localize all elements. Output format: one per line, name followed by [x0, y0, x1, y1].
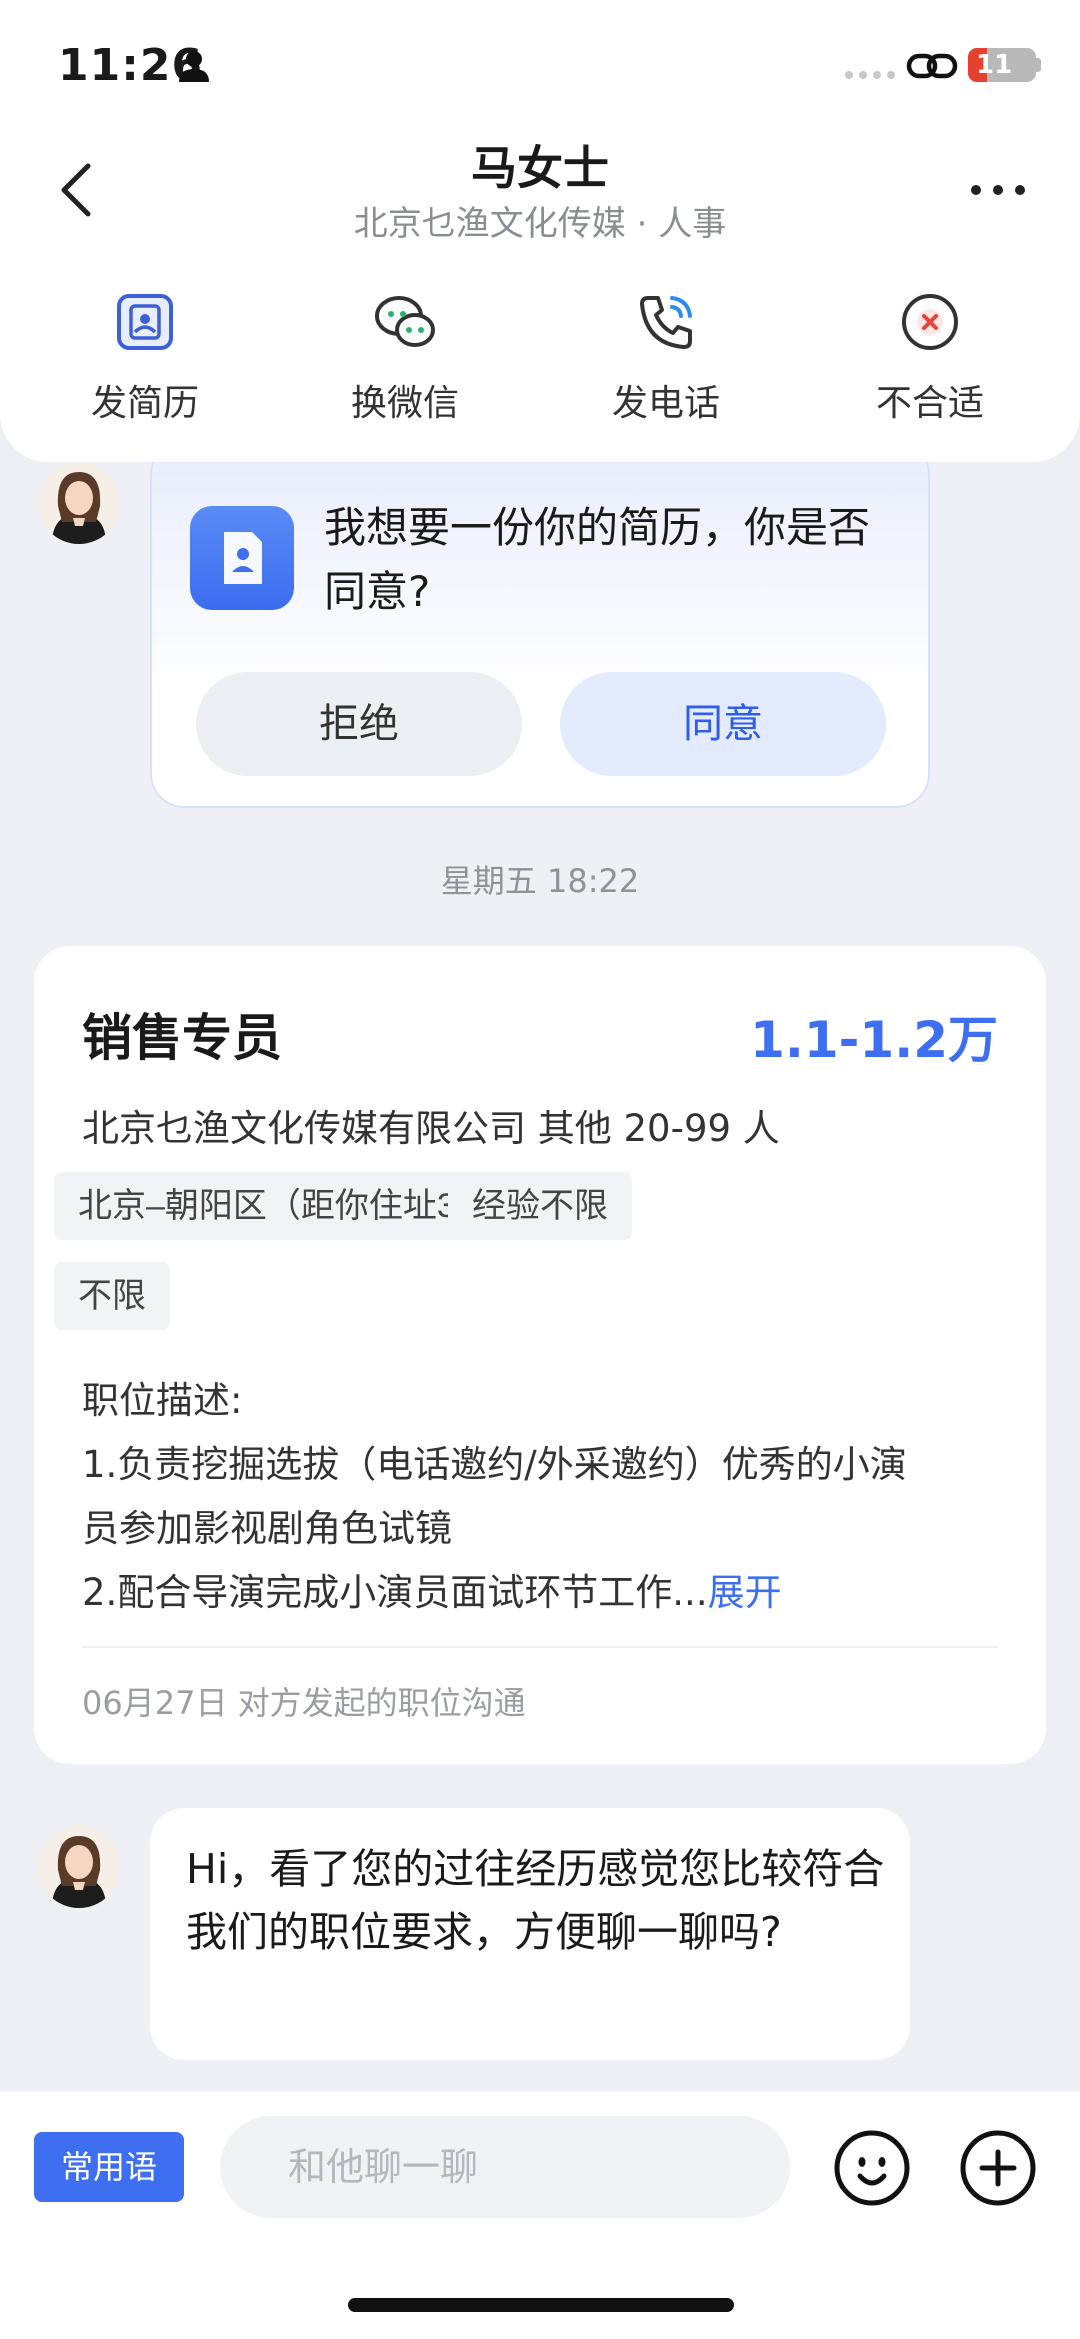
avatar[interactable]	[38, 462, 120, 544]
resume-request-icon	[190, 506, 294, 610]
contact-name: 马女士	[471, 141, 609, 195]
job-tag: 不限	[54, 1262, 170, 1330]
action-bar: 发简历 换微信 发电话 不合适	[0, 290, 1080, 440]
avatar-image	[38, 462, 120, 544]
not-suitable-button[interactable]: 不合适	[830, 290, 1030, 440]
common-phrases-button[interactable]: 常用语	[34, 2132, 184, 2202]
emoji-icon[interactable]	[832, 2128, 912, 2208]
action-label: 不合适	[875, 383, 984, 424]
plus-icon[interactable]	[958, 2128, 1038, 2208]
message-bubble[interactable]: Hi，看了您的过往经历感觉您比较符合我们的职位要求，方便聊一聊吗?	[150, 1808, 910, 2060]
action-label: 换微信	[350, 383, 459, 424]
close-circle-icon	[902, 294, 958, 350]
send-resume-button[interactable]: 发简历	[45, 290, 245, 440]
company-info: 北京乜渔文化传媒有限公司 其他 20-99 人	[82, 1107, 780, 1150]
battery-cap	[1036, 58, 1041, 72]
more-icon[interactable]	[968, 170, 1028, 210]
avatar-image	[38, 1826, 120, 1908]
avatar[interactable]	[38, 1826, 120, 1908]
top-panel: 11:26 11 马女士 北京乜渔文化传媒 · 人事 发简历 换微信 发电话 不…	[0, 0, 1080, 462]
exchange-wechat-button[interactable]: 换微信	[305, 290, 505, 440]
description-line: 2.配合导演完成小演员面试环节工作...展开	[82, 1562, 782, 1616]
message-text: Hi，看了您的过往经历感觉您比较符合我们的职位要求，方便聊一聊吗?	[186, 1845, 885, 1956]
send-phone-button[interactable]: 发电话	[566, 290, 766, 440]
description-line: 1.负责挖掘选拔（电话邀约/外采邀约）优秀的小演	[82, 1443, 907, 1486]
person-icon	[179, 51, 209, 82]
job-title: 销售专员	[82, 1009, 282, 1067]
divider	[82, 1646, 998, 1648]
link-icon	[906, 53, 958, 79]
resume-request-text: 我想要一份你的简历，你是否同意?	[324, 503, 871, 616]
description-line: 员参加影视剧角色试镜	[82, 1507, 452, 1550]
resume-icon	[117, 294, 173, 350]
expand-link[interactable]: 展开	[708, 1571, 782, 1614]
reject-button[interactable]: 拒绝	[196, 672, 522, 776]
contact-subtitle: 北京乜渔文化传媒 · 人事	[353, 204, 727, 244]
job-card[interactable]: 销售专员 1.1-1.2万 北京乜渔文化传媒有限公司 其他 20-99 人 北京…	[34, 946, 1046, 1764]
description-line-text: 2.配合导演完成小演员面试环节工作...	[82, 1571, 708, 1614]
job-tag: 经验不限	[448, 1172, 632, 1240]
action-label: 发简历	[90, 383, 199, 424]
status-bar: 11:26 11	[0, 0, 1080, 130]
job-salary: 1.1-1.2万	[750, 1011, 998, 1069]
job-card-footer: 06月27日 对方发起的职位沟通	[82, 1684, 526, 1722]
resume-request-card: 我想要一份你的简历，你是否同意? 拒绝 同意	[150, 440, 930, 808]
wechat-icon	[375, 296, 435, 347]
action-label: 发电话	[611, 383, 720, 424]
battery-level: 11	[976, 50, 1013, 80]
home-indicator	[348, 2298, 734, 2312]
accept-button[interactable]: 同意	[560, 672, 886, 776]
message-timestamp: 星期五 18:22	[440, 862, 640, 900]
phone-icon	[640, 296, 692, 349]
battery-icon: 11	[968, 48, 1036, 82]
signal-icon	[845, 71, 895, 79]
message-input[interactable]	[220, 2116, 790, 2218]
description-title: 职位描述:	[82, 1379, 243, 1422]
